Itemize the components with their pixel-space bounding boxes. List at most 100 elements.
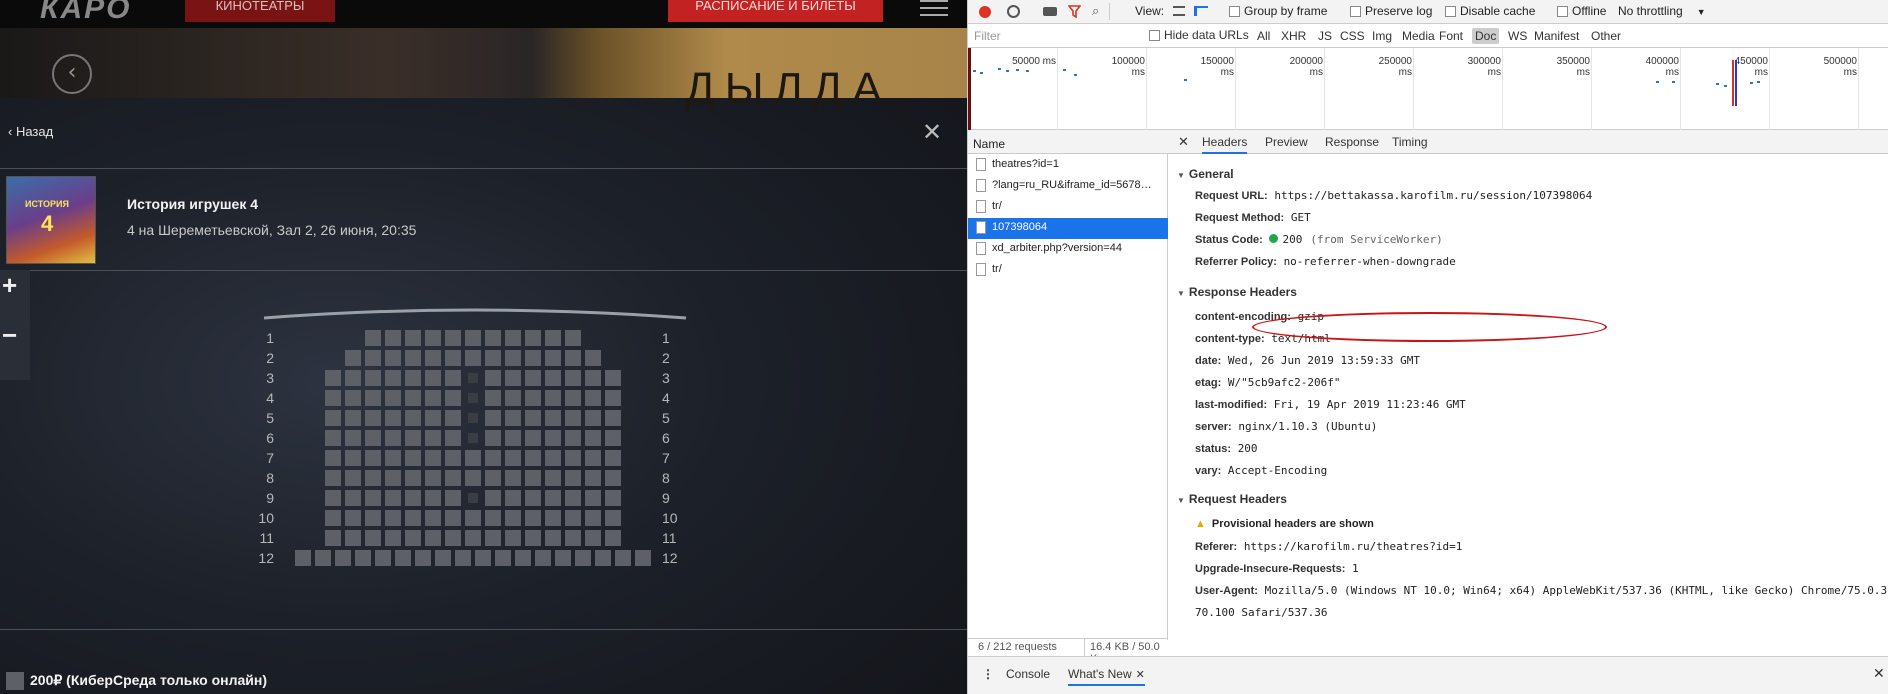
seat[interactable] bbox=[525, 410, 541, 426]
seat[interactable] bbox=[565, 430, 581, 446]
clear-icon[interactable] bbox=[1007, 5, 1020, 18]
nav-cinemas-link[interactable]: КИНОТЕАТРЫ bbox=[185, 0, 335, 22]
seat[interactable] bbox=[545, 430, 561, 446]
seat[interactable] bbox=[365, 330, 381, 346]
seat[interactable] bbox=[505, 530, 521, 546]
seat[interactable] bbox=[505, 490, 521, 506]
seat[interactable] bbox=[605, 470, 621, 486]
seat[interactable] bbox=[445, 530, 461, 546]
seat[interactable] bbox=[325, 450, 341, 466]
seat[interactable] bbox=[585, 510, 601, 526]
seat[interactable] bbox=[345, 490, 361, 506]
seat[interactable] bbox=[525, 470, 541, 486]
seat[interactable] bbox=[445, 510, 461, 526]
tab-preview[interactable]: Preview bbox=[1265, 135, 1308, 149]
hide-data-urls-checkbox[interactable]: Hide data URLs bbox=[1149, 28, 1249, 42]
filter-type-js[interactable]: JS bbox=[1318, 29, 1332, 43]
header-value[interactable]: Mozilla/5.0 (Windows NT 10.0; Win64; x64… bbox=[1265, 584, 1888, 597]
seat[interactable] bbox=[525, 530, 541, 546]
seat[interactable] bbox=[505, 450, 521, 466]
seat[interactable] bbox=[485, 450, 501, 466]
seat[interactable] bbox=[485, 470, 501, 486]
seat[interactable] bbox=[385, 510, 401, 526]
header-value[interactable]: no-referrer-when-downgrade bbox=[1284, 255, 1456, 268]
seat[interactable] bbox=[385, 330, 401, 346]
seat[interactable] bbox=[465, 330, 481, 346]
seat[interactable] bbox=[505, 390, 521, 406]
seat[interactable] bbox=[405, 490, 421, 506]
seat[interactable] bbox=[445, 370, 461, 386]
header-value[interactable]: https://bettakassa.karofilm.ru/session/1… bbox=[1274, 189, 1592, 202]
seat[interactable] bbox=[385, 350, 401, 366]
seat[interactable] bbox=[405, 350, 421, 366]
seat[interactable] bbox=[365, 350, 381, 366]
seat[interactable] bbox=[375, 550, 391, 566]
seat[interactable] bbox=[635, 550, 651, 566]
header-value[interactable]: W/"5cb9afc2-206f" bbox=[1228, 376, 1341, 389]
seat[interactable] bbox=[385, 410, 401, 426]
filter-type-ws[interactable]: WS bbox=[1508, 29, 1527, 43]
seat[interactable] bbox=[525, 390, 541, 406]
seat[interactable] bbox=[505, 410, 521, 426]
back-button[interactable]: ‹ Назад bbox=[8, 124, 53, 139]
request-row[interactable]: 107398064 bbox=[968, 218, 1168, 239]
record-icon[interactable] bbox=[979, 6, 991, 18]
seat[interactable] bbox=[575, 550, 591, 566]
header-value[interactable]: 1 bbox=[1352, 562, 1359, 575]
seat[interactable] bbox=[585, 450, 601, 466]
seat[interactable] bbox=[545, 390, 561, 406]
seat[interactable] bbox=[465, 530, 481, 546]
seat[interactable] bbox=[465, 450, 481, 466]
seat[interactable] bbox=[295, 550, 311, 566]
seat[interactable] bbox=[425, 530, 441, 546]
seat[interactable] bbox=[605, 430, 621, 446]
seat[interactable] bbox=[505, 510, 521, 526]
seat[interactable] bbox=[405, 530, 421, 546]
seat[interactable] bbox=[405, 390, 421, 406]
throttling-select[interactable]: No throttling ▼ bbox=[1618, 4, 1706, 18]
seat[interactable] bbox=[445, 430, 461, 446]
header-value[interactable]: Wed, 26 Jun 2019 13:59:33 GMT bbox=[1228, 354, 1420, 367]
seat[interactable] bbox=[595, 550, 611, 566]
seat[interactable] bbox=[525, 450, 541, 466]
seat[interactable] bbox=[345, 370, 361, 386]
checkbox-icon[interactable] bbox=[1149, 30, 1160, 42]
seat[interactable] bbox=[445, 490, 461, 506]
banner-prev-arrow-icon[interactable]: ‹ bbox=[52, 54, 92, 94]
seat[interactable] bbox=[405, 510, 421, 526]
seat[interactable] bbox=[485, 330, 501, 346]
zoom-in-button[interactable]: + bbox=[2, 270, 17, 301]
filter-type-font[interactable]: Font bbox=[1439, 29, 1463, 43]
seat[interactable] bbox=[405, 450, 421, 466]
seat[interactable] bbox=[425, 350, 441, 366]
drawer-tab-what-s-new[interactable]: What's New ✕ bbox=[1068, 667, 1145, 686]
seat[interactable] bbox=[525, 370, 541, 386]
seat[interactable] bbox=[445, 350, 461, 366]
filter-type-doc[interactable]: Doc bbox=[1472, 28, 1500, 44]
offline-checkbox[interactable]: Offline bbox=[1557, 4, 1606, 18]
seat[interactable] bbox=[385, 430, 401, 446]
drawer-menu-icon[interactable]: ⋮ bbox=[982, 667, 994, 681]
seat[interactable] bbox=[455, 550, 471, 566]
seat[interactable] bbox=[565, 370, 581, 386]
seat[interactable] bbox=[405, 470, 421, 486]
seat[interactable] bbox=[545, 530, 561, 546]
seat[interactable] bbox=[605, 530, 621, 546]
seat[interactable] bbox=[565, 490, 581, 506]
hamburger-menu-icon[interactable] bbox=[920, 0, 948, 16]
seat[interactable] bbox=[545, 410, 561, 426]
seat[interactable] bbox=[485, 530, 501, 546]
tab-timing[interactable]: Timing bbox=[1392, 135, 1428, 149]
seat[interactable] bbox=[505, 330, 521, 346]
header-value[interactable]: Fri, 19 Apr 2019 11:23:46 GMT bbox=[1274, 398, 1466, 411]
seat[interactable] bbox=[485, 410, 501, 426]
seat[interactable] bbox=[325, 470, 341, 486]
seat[interactable] bbox=[395, 550, 411, 566]
seat[interactable] bbox=[365, 430, 381, 446]
seat[interactable] bbox=[345, 390, 361, 406]
filter-type-css[interactable]: CSS bbox=[1340, 29, 1365, 43]
seat[interactable] bbox=[585, 410, 601, 426]
seat[interactable] bbox=[565, 350, 581, 366]
seat[interactable] bbox=[605, 510, 621, 526]
seat[interactable] bbox=[445, 390, 461, 406]
